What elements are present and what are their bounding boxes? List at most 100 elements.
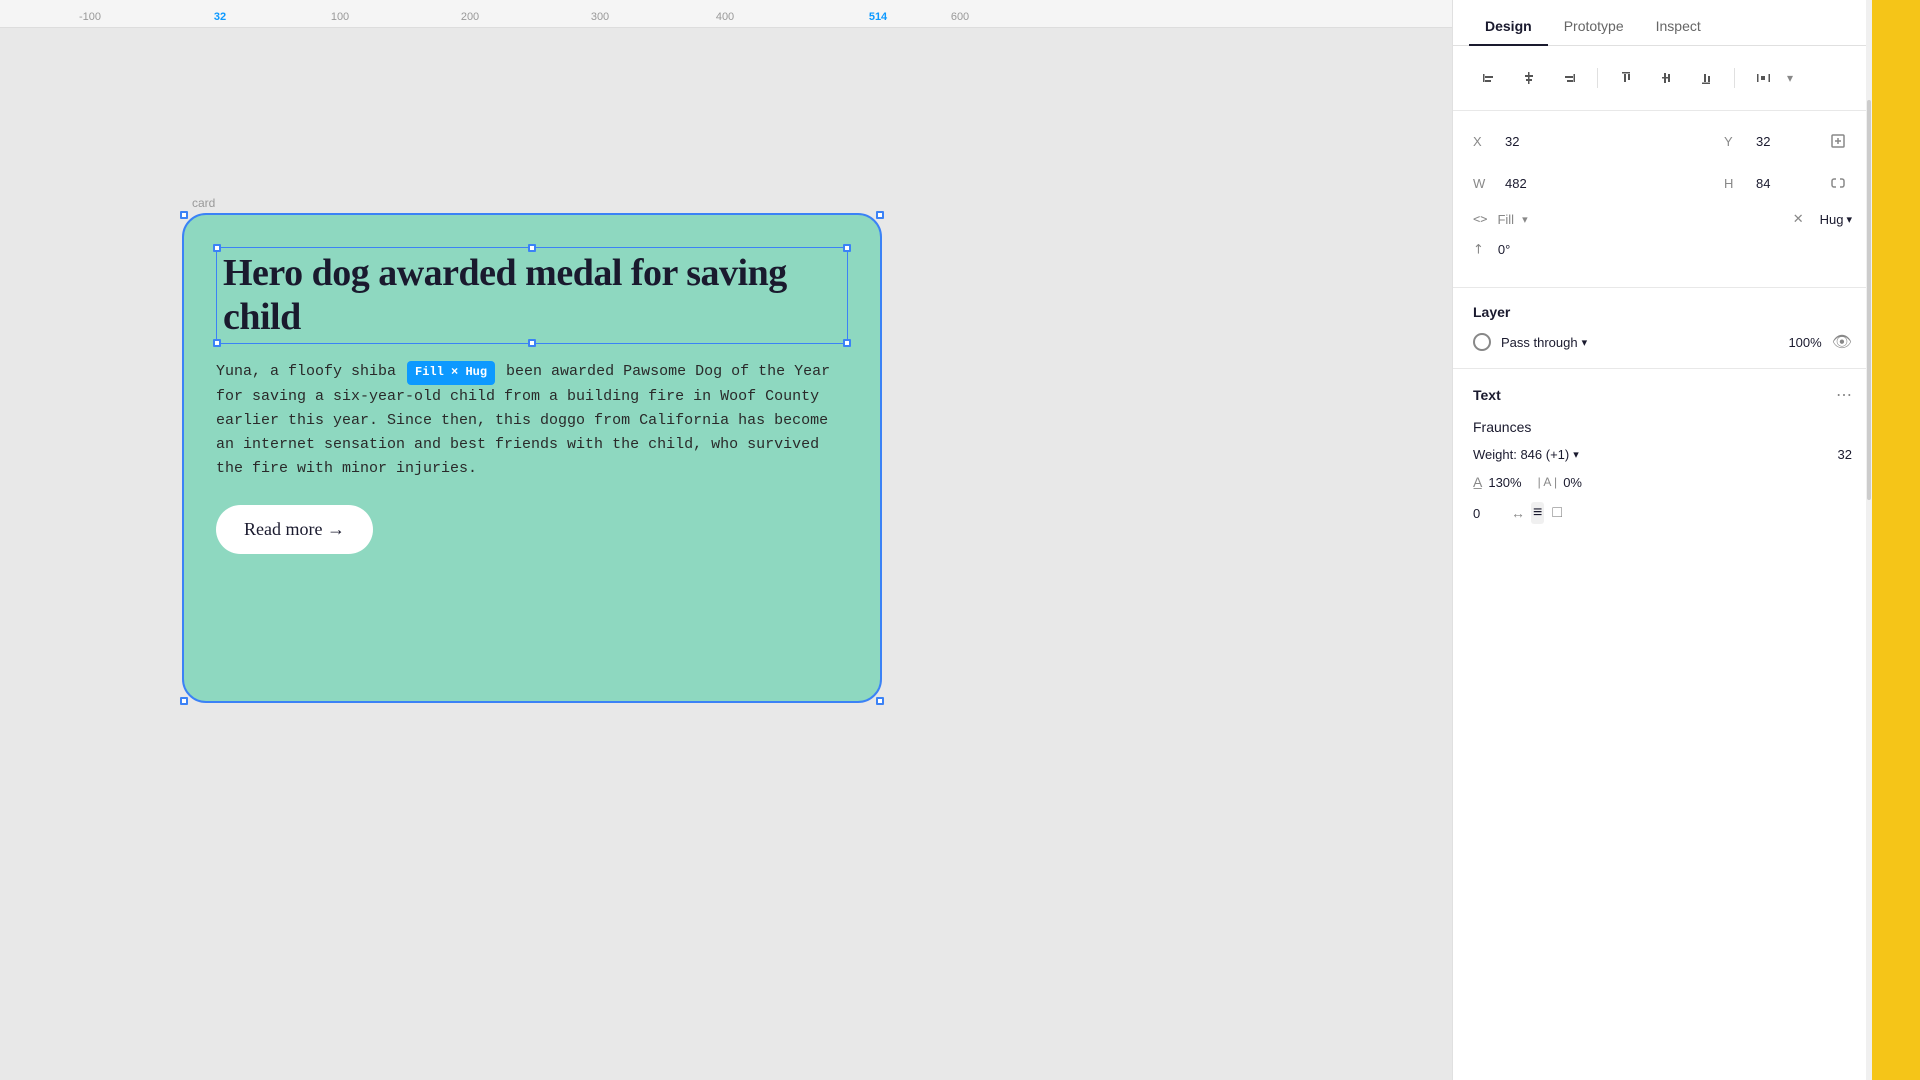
- y-value[interactable]: 32: [1756, 134, 1816, 149]
- title-handle-tm[interactable]: [528, 244, 536, 252]
- blend-mode-icon: [1473, 333, 1491, 351]
- body-text-part1: Yuna, a floofy shiba: [216, 363, 405, 380]
- line-height-value[interactable]: 130%: [1488, 475, 1521, 490]
- tab-inspect[interactable]: Inspect: [1640, 8, 1717, 46]
- wh-row: W 482 H 84: [1473, 169, 1852, 197]
- ruler-mark-32: 32: [214, 11, 226, 23]
- align-separator-1: [1597, 68, 1598, 88]
- w-value[interactable]: 482: [1505, 176, 1565, 191]
- canvas: -100 32 100 200 300 400 514 600 card: [0, 0, 1452, 1080]
- font-name[interactable]: Fraunces: [1473, 419, 1852, 435]
- align-top-button[interactable]: [1610, 62, 1642, 94]
- fill-label-group: <> Fill ▾: [1473, 212, 1785, 227]
- text-more-options-icon[interactable]: ⋯: [1836, 385, 1852, 405]
- xy-row: X 32 Y 32: [1473, 127, 1852, 155]
- weight-dropdown[interactable]: Weight: 846 (+1) ▾: [1473, 447, 1830, 462]
- indent-row: 0 ↔ ≡ □: [1473, 502, 1852, 524]
- fill-code-icon: <>: [1473, 212, 1487, 226]
- visibility-icon[interactable]: 👁: [1832, 332, 1852, 352]
- x-value[interactable]: 32: [1505, 134, 1565, 149]
- align-separator-2: [1734, 68, 1735, 88]
- y-label: Y: [1724, 134, 1748, 149]
- layer-section: Layer Pass through ▾ 100% 👁: [1453, 288, 1872, 369]
- handle-bottom-left[interactable]: [180, 697, 188, 705]
- align-bottom-button[interactable]: [1690, 62, 1722, 94]
- spacing-row: A̲ 130% | A | 0%: [1473, 474, 1852, 490]
- hug-value: Hug: [1820, 212, 1844, 227]
- blend-mode-value: Pass through: [1501, 335, 1578, 350]
- h-value[interactable]: 84: [1756, 176, 1816, 191]
- text-section: Text ⋯ Fraunces Weight: 846 (+1) ▾ 32 A̲…: [1453, 369, 1872, 540]
- distribute-button[interactable]: [1747, 62, 1779, 94]
- hug-chevron[interactable]: ▾: [1846, 213, 1852, 226]
- tab-design[interactable]: Design: [1469, 8, 1548, 46]
- title-handle-tr[interactable]: [843, 244, 851, 252]
- ruler-mark-200: 200: [461, 11, 479, 23]
- handle-top-right[interactable]: [876, 211, 884, 219]
- weight-chevron[interactable]: ▾: [1573, 448, 1579, 461]
- letter-spacing-icon: | A |: [1538, 475, 1558, 489]
- card-component[interactable]: Hero dog awarded medal for saving child …: [182, 213, 882, 703]
- line-height-item: A̲ 130%: [1473, 474, 1522, 490]
- scrollbar[interactable]: [1866, 0, 1872, 1080]
- fill-text: Fill: [1497, 212, 1514, 227]
- text-title: Text: [1473, 387, 1501, 403]
- resize-icon[interactable]: [1824, 127, 1852, 155]
- title-text-box[interactable]: Hero dog awarded medal for saving child: [216, 247, 848, 344]
- read-more-button[interactable]: Read more →: [216, 505, 373, 554]
- card-title: Hero dog awarded medal for saving child: [223, 252, 841, 339]
- h-label: H: [1724, 176, 1748, 191]
- paragraph-spacing-value[interactable]: 0: [1473, 506, 1503, 521]
- scroll-thumb[interactable]: [1867, 100, 1871, 500]
- align-left-button[interactable]: [1473, 62, 1505, 94]
- letter-spacing-value[interactable]: 0%: [1563, 475, 1582, 490]
- x-label: X: [1473, 134, 1497, 149]
- fill-chevron[interactable]: ▾: [1522, 213, 1528, 226]
- properties-section: X 32 Y 32 W 482 H 84: [1453, 111, 1872, 288]
- hug-dropdown[interactable]: Hug ▾: [1820, 212, 1852, 227]
- w-label: W: [1473, 176, 1497, 191]
- text-box-icon[interactable]: □: [1550, 502, 1564, 524]
- align-text-center-icon[interactable]: ≡: [1531, 502, 1544, 524]
- font-size-value[interactable]: 32: [1838, 447, 1852, 462]
- angle-value[interactable]: 0°: [1498, 242, 1510, 257]
- layer-row: Pass through ▾ 100% 👁: [1473, 332, 1852, 352]
- opacity-value[interactable]: 100%: [1788, 335, 1821, 350]
- arrow-expand-icon[interactable]: ↔: [1511, 505, 1525, 521]
- align-center-v-button[interactable]: [1513, 62, 1545, 94]
- blend-mode-chevron[interactable]: ▾: [1582, 336, 1588, 349]
- blend-mode-dropdown[interactable]: Pass through ▾: [1501, 335, 1778, 350]
- text-format-icons: ↔ ≡ □: [1511, 502, 1564, 524]
- fill-x-icon[interactable]: ✕: [1793, 211, 1804, 227]
- text-section-header: Text ⋯: [1473, 385, 1852, 405]
- letter-spacing-item: | A | 0%: [1538, 475, 1582, 490]
- title-handle-br[interactable]: [843, 339, 851, 347]
- layer-title: Layer: [1473, 304, 1852, 320]
- handle-top-left[interactable]: [180, 211, 188, 219]
- weight-label: Weight: 846 (+1): [1473, 447, 1569, 462]
- align-right-button[interactable]: [1553, 62, 1585, 94]
- angle-row: ↗ 0°: [1473, 241, 1852, 257]
- ruler-mark-300: 300: [591, 11, 609, 23]
- title-handle-bm[interactable]: [528, 339, 536, 347]
- card-body: Yuna, a floofy shiba Fill × Hug been awa…: [216, 360, 848, 480]
- title-handle-bl[interactable]: [213, 339, 221, 347]
- more-options-button[interactable]: ▾: [1787, 71, 1793, 85]
- fill-row: <> Fill ▾ ✕ Hug ▾: [1473, 211, 1852, 227]
- tab-prototype[interactable]: Prototype: [1548, 8, 1640, 46]
- right-panel: Design Prototype Inspect: [1452, 0, 1872, 1080]
- handle-bottom-right[interactable]: [876, 697, 884, 705]
- title-handle-tl[interactable]: [213, 244, 221, 252]
- weight-row: Weight: 846 (+1) ▾ 32: [1473, 447, 1852, 462]
- align-center-h-button[interactable]: [1650, 62, 1682, 94]
- angle-icon: ↗: [1469, 239, 1488, 258]
- canvas-content: card Hero dog awarded medal for saving c…: [0, 28, 1452, 1080]
- ruler-mark-600: 600: [951, 11, 969, 23]
- constrain-proportions-icon[interactable]: [1824, 169, 1852, 197]
- yellow-accent-panel: [1872, 0, 1920, 1080]
- ruler: -100 32 100 200 300 400 514 600: [0, 0, 1452, 28]
- ruler-mark-400: 400: [716, 11, 734, 23]
- ruler-mark-neg100: -100: [79, 11, 101, 23]
- ruler-mark-514: 514: [869, 11, 887, 23]
- line-height-icon: A̲: [1473, 474, 1482, 490]
